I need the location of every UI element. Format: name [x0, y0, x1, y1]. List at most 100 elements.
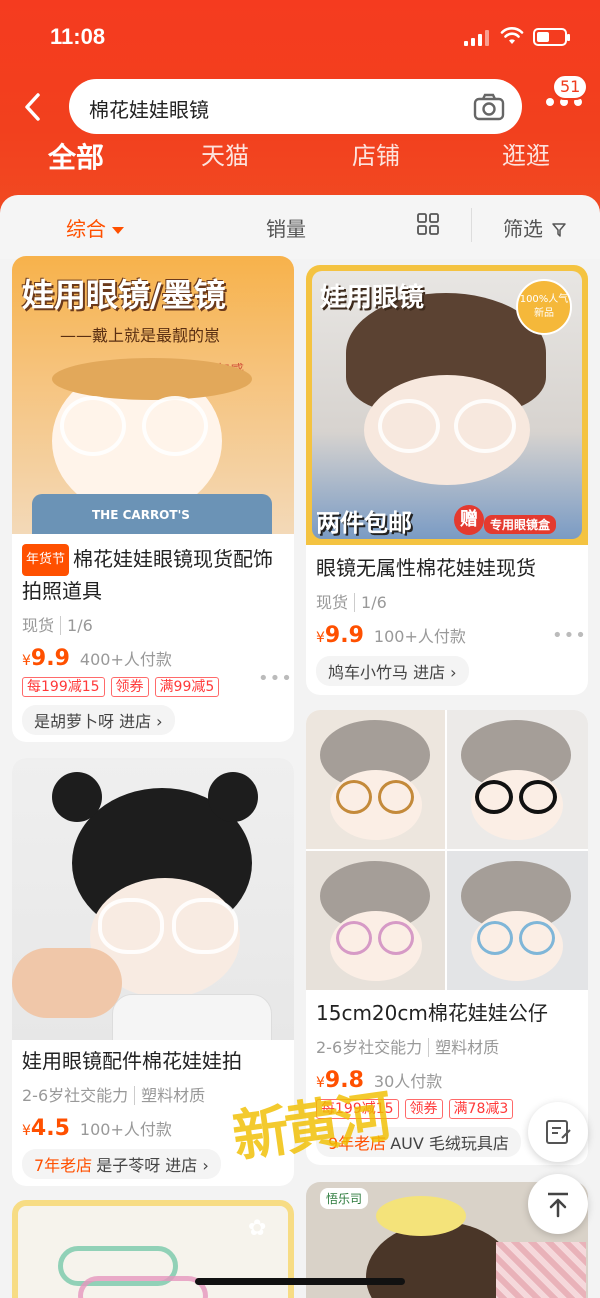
price-row: ¥9.9 100+人付款 — [306, 623, 588, 648]
coupon-row: 每199减15 领券 满99减5 — [12, 677, 294, 697]
price-row: ¥9.9 400+人付款 — [12, 646, 294, 671]
glasses-lens-right — [454, 399, 516, 453]
price-value: 9.9 — [324, 623, 364, 648]
glasses-lens-left — [98, 898, 164, 954]
arrow-up-icon — [548, 1192, 568, 1218]
image-headline: 娃用眼镜/墨镜 — [22, 276, 226, 314]
hand — [12, 948, 122, 1018]
coupon[interactable]: 领券 — [404, 1099, 443, 1119]
glasses-lens-right — [172, 898, 238, 954]
signal-icon — [464, 30, 490, 46]
attr: 2-6岁社交能力 — [22, 1086, 129, 1105]
image-footer: 两件包邮 — [316, 509, 412, 537]
shop-name: 是子苓呀 进店 — [96, 1156, 198, 1175]
category-tabs: 全部 天猫 店铺 逛逛 — [0, 136, 600, 180]
wifi-icon — [500, 27, 524, 44]
brand-badge: 悟乐司 — [320, 1188, 369, 1209]
image-quad — [447, 710, 588, 849]
attr: 塑料材质 — [134, 1086, 206, 1105]
shop-link[interactable]: 7年老店 是子苓呀 进店 › — [22, 1149, 221, 1179]
doll-bun — [52, 772, 102, 822]
back-arrow-icon[interactable] — [18, 90, 48, 124]
sort-bar: 综合 销量 筛选 — [0, 195, 600, 259]
feedback-button[interactable] — [528, 1102, 588, 1162]
attr: 现货 — [316, 593, 349, 612]
more-dots-icon[interactable]: ••• — [552, 625, 587, 646]
image-quad — [306, 710, 445, 849]
product-image[interactable] — [12, 758, 294, 1040]
status-time: 11:08 — [50, 24, 106, 49]
product-image[interactable]: 娃用眼镜 100%人气新品 两件包邮 赠 专用眼镜盒 — [306, 265, 588, 545]
search-query: 棉花娃娃眼镜 — [89, 98, 209, 122]
attr: 现货 — [22, 616, 55, 635]
tab-tmall[interactable]: 天猫 — [175, 136, 275, 171]
promo-tag: 年货节 — [22, 544, 70, 576]
product-image[interactable]: 娃用眼镜/墨镜 ——戴上就是最靓的崽 少年感 THE CARROT'S — [12, 256, 294, 534]
coupon: 满78减3 — [448, 1099, 514, 1119]
glasses-lens-left — [378, 399, 440, 453]
price: ¥4.5 — [22, 1116, 70, 1141]
image-subtext: ——戴上就是最靓的崽 — [60, 326, 221, 345]
glasses-lens-left — [60, 396, 126, 456]
coupon[interactable]: 领券 — [110, 677, 149, 697]
shop-age: 7年老店 — [34, 1156, 93, 1175]
sold-count: 30人付款 — [373, 1072, 443, 1091]
price: ¥9.9 — [22, 646, 70, 671]
shop-name: 是胡萝卜呀 进店 — [34, 712, 152, 731]
filter-label: 筛选 — [503, 217, 543, 241]
filter-button[interactable]: 筛选 — [503, 213, 567, 242]
tab-shops[interactable]: 店铺 — [326, 136, 426, 171]
grid-view-icon[interactable] — [416, 212, 440, 236]
message-count-badge: 51 — [552, 74, 589, 100]
product-image[interactable] — [306, 710, 588, 990]
background-pattern — [496, 1242, 586, 1298]
product-title: 15cm20cm棉花娃娃公仔 — [316, 1001, 548, 1025]
sort-comprehensive-label: 综合 — [66, 217, 106, 241]
shop-link[interactable]: 是胡萝卜呀 进店 › — [22, 705, 175, 735]
sold-count: 100+人付款 — [373, 627, 466, 646]
back-to-top-button[interactable] — [528, 1174, 588, 1234]
product-card[interactable]: 娃用眼镜/墨镜 ——戴上就是最靓的崽 少年感 THE CARROT'S 年货节棉… — [12, 256, 294, 742]
doll-shirt — [112, 994, 272, 1040]
filter-icon — [552, 223, 567, 237]
header: 11:08 棉花娃娃眼镜 51 全部 天猫 店铺 逛逛 — [0, 0, 600, 215]
edit-icon — [546, 1120, 571, 1144]
more-dots-icon[interactable]: ••• — [258, 668, 293, 689]
gift-text: 专用眼镜盒 — [484, 515, 557, 534]
attr: 塑料材质 — [428, 1038, 500, 1057]
divider — [471, 208, 472, 242]
gift-badge: 赠 — [454, 505, 484, 535]
product-attrs: 现货 1/6 — [306, 589, 588, 613]
image-footer: THE CARROT'S — [92, 508, 190, 522]
sort-sales[interactable]: 销量 — [266, 213, 306, 242]
shop-link[interactable]: 鸠车小竹马 进店 › — [316, 656, 469, 686]
price-value: 4.5 — [30, 1116, 70, 1141]
coupon: 满99减5 — [154, 677, 220, 697]
price-value: 9.9 — [30, 646, 70, 671]
sold-count: 100+人付款 — [79, 1120, 172, 1139]
image-quad — [306, 851, 445, 990]
status-bar: 11:08 — [0, 0, 600, 70]
product-glasses — [78, 1276, 208, 1298]
flower-icon: ✿ — [248, 1216, 267, 1241]
attr: 1/6 — [354, 593, 387, 612]
product-card[interactable]: 娃用眼镜 100%人气新品 两件包邮 赠 专用眼镜盒 眼镜无属性棉花娃娃现货 现… — [306, 265, 588, 695]
doll-bun — [208, 772, 258, 822]
sort-comprehensive[interactable]: 综合 — [66, 213, 124, 242]
camera-icon[interactable] — [472, 91, 506, 123]
price: ¥9.9 — [316, 623, 364, 648]
tab-browse[interactable]: 逛逛 — [476, 136, 576, 171]
tab-all[interactable]: 全部 — [26, 136, 126, 176]
shop-name: AUV 毛绒玩具店 — [390, 1134, 509, 1153]
battery-icon — [533, 28, 570, 46]
doll-bow — [376, 1196, 466, 1236]
product-attrs: 2-6岁社交能力 塑料材质 — [306, 1034, 588, 1058]
image-headline: 娃用眼镜 — [320, 283, 425, 313]
search-input[interactable]: 棉花娃娃眼镜 — [69, 79, 522, 134]
image-quad — [447, 851, 588, 990]
home-indicator[interactable] — [195, 1278, 405, 1285]
glasses-lens-right — [142, 396, 208, 456]
doll-hair — [52, 358, 252, 400]
sold-count: 400+人付款 — [79, 650, 172, 669]
attr: 1/6 — [60, 616, 93, 635]
